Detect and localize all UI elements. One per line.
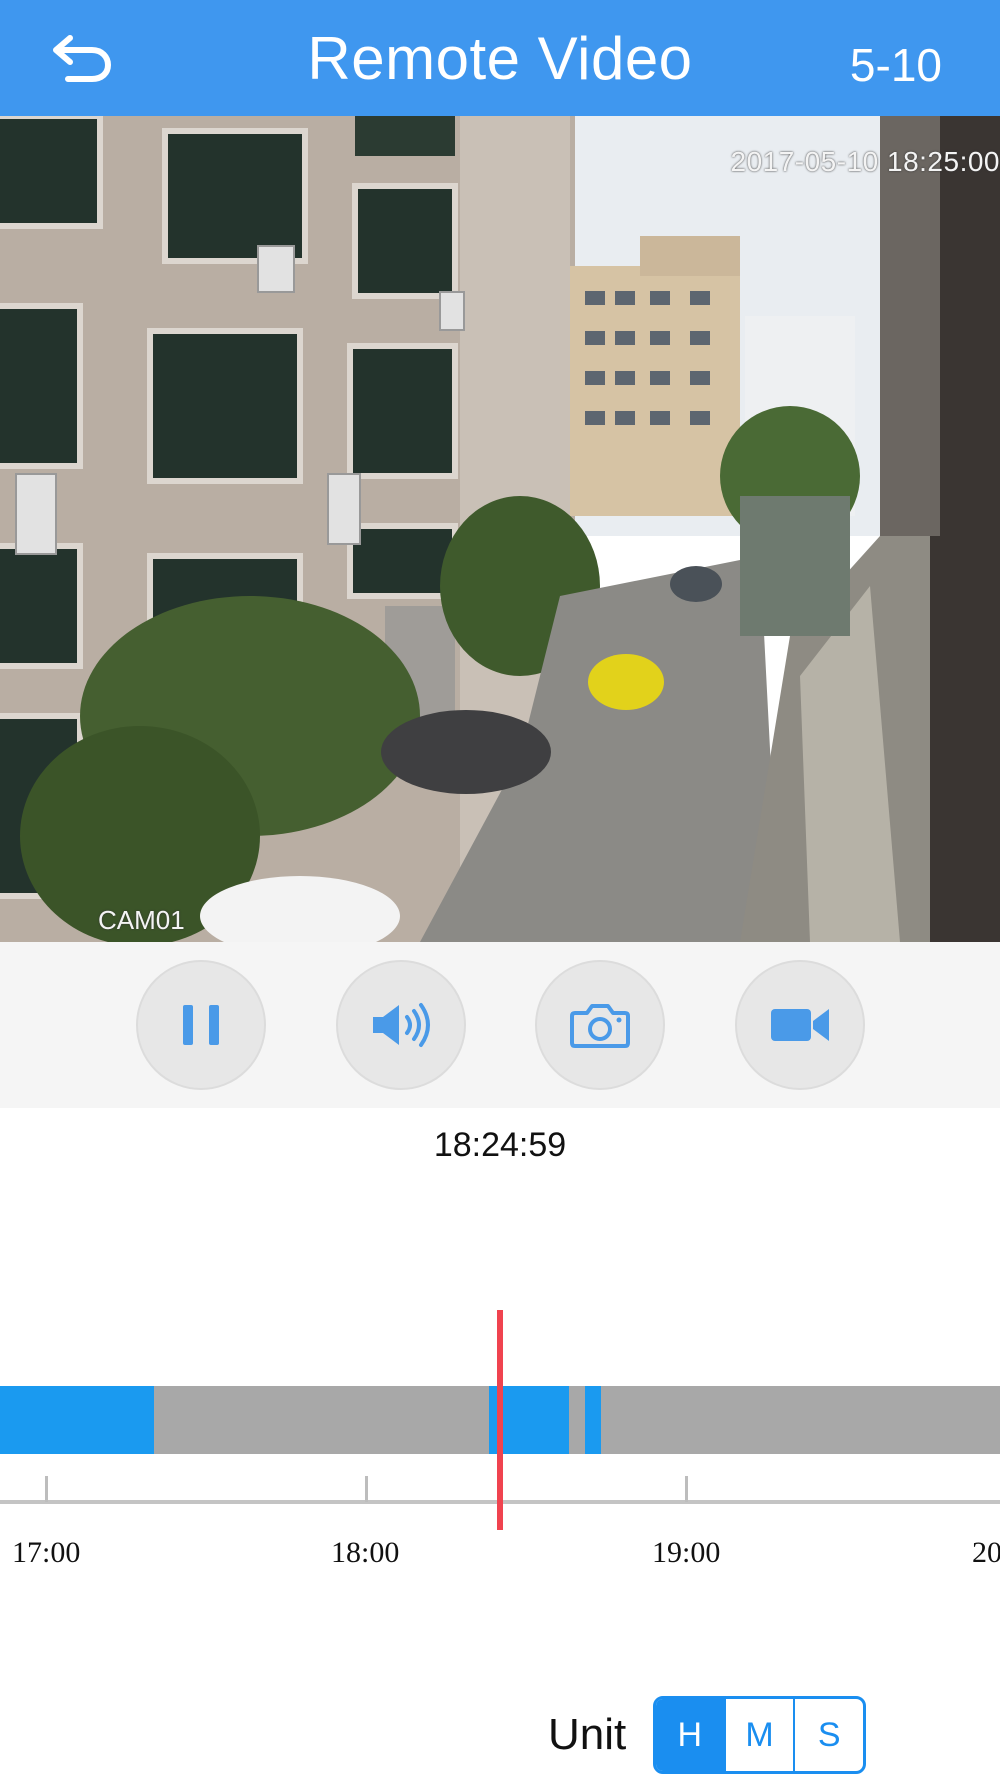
video-camera-icon <box>771 1009 829 1041</box>
date-label[interactable]: 5-10 <box>850 38 942 92</box>
unit-option-minute[interactable]: M <box>723 1699 794 1771</box>
tick-label: 17:00 <box>12 1536 81 1569</box>
audio-button[interactable] <box>336 960 466 1090</box>
snapshot-button[interactable] <box>535 960 665 1090</box>
current-time: 18:24:59 <box>433 1126 567 1164</box>
unit-option-second[interactable]: S <box>793 1699 863 1771</box>
timeline-tick <box>45 1476 48 1502</box>
tick-label: 20 <box>972 1536 1000 1569</box>
tick-label: 18:00 <box>331 1536 400 1569</box>
playhead-marker[interactable] <box>497 1310 503 1530</box>
top-bar: Remote Video 5-10 <box>0 0 1000 116</box>
unit-segmented-control: H M S <box>653 1696 866 1774</box>
record-button[interactable] <box>735 960 865 1090</box>
playback-controls <box>0 942 1000 1108</box>
timeline-tick <box>365 1476 368 1502</box>
video-frame-illustration <box>0 116 1000 942</box>
recorded-segment[interactable] <box>585 1386 601 1454</box>
video-player[interactable]: 2017-05-10 18:25:00 CAM01 <box>0 116 1000 942</box>
tick-label: 19:00 <box>652 1536 721 1569</box>
recorded-segment[interactable] <box>0 1386 154 1454</box>
osd-timestamp: 2017-05-10 18:25:00 <box>730 146 1000 177</box>
pause-button[interactable] <box>136 960 266 1090</box>
camera-label: CAM01 <box>98 905 185 935</box>
timeline-tick <box>685 1476 688 1502</box>
speaker-icon <box>373 1003 430 1047</box>
unit-label: Unit <box>548 1710 627 1759</box>
pause-icon <box>183 1005 219 1045</box>
unit-option-hour[interactable]: H <box>656 1699 724 1771</box>
camera-icon <box>570 1004 630 1048</box>
